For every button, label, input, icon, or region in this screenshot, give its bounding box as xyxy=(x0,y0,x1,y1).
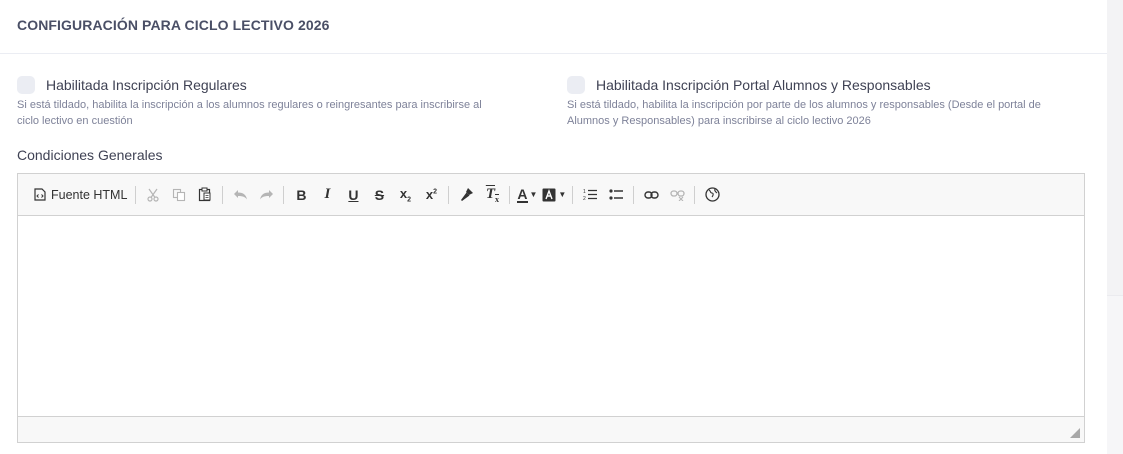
toolbar-separator xyxy=(135,185,137,204)
portal-label[interactable]: Habilitada Inscripción Portal Alumnos y … xyxy=(596,77,931,93)
regulares-label[interactable]: Habilitada Inscripción Regulares xyxy=(46,77,247,93)
italic-button[interactable]: I xyxy=(314,182,340,208)
background-color-icon xyxy=(542,188,556,202)
background-color-button[interactable]: ▼ xyxy=(540,182,568,208)
bulleted-list-icon xyxy=(609,188,624,201)
regulares-hint-line2: ciclo lectivo en cuestión xyxy=(17,115,133,127)
link-button[interactable] xyxy=(638,182,664,208)
copy-button[interactable] xyxy=(166,182,192,208)
link-icon xyxy=(644,190,659,200)
paste-icon xyxy=(198,187,212,202)
undo-button[interactable] xyxy=(227,182,253,208)
source-html-button[interactable]: Fuente HTML xyxy=(30,182,131,208)
unlink-icon xyxy=(670,189,685,201)
condiciones-label: Condiciones Generales xyxy=(17,147,163,163)
portal-checkbox[interactable] xyxy=(567,76,585,94)
editor-status-bar xyxy=(18,416,1084,442)
copy-format-button[interactable] xyxy=(453,182,479,208)
undo-icon xyxy=(233,189,248,201)
strikethrough-button[interactable]: S xyxy=(366,182,392,208)
regulares-checkbox[interactable] xyxy=(17,76,35,94)
superscript-icon: x2 xyxy=(425,187,437,202)
italic-icon: I xyxy=(324,186,331,202)
bold-button[interactable]: B xyxy=(288,182,314,208)
underline-icon: U xyxy=(348,186,359,203)
toolbar-separator xyxy=(509,185,511,204)
portal-hint-line1: Si está tildado, habilita la inscripción… xyxy=(567,99,1041,111)
card-title: CONFIGURACIÓN PARA CICLO LECTIVO 2026 xyxy=(17,17,330,33)
superscript-button[interactable]: x2 xyxy=(418,182,444,208)
toolbar-separator xyxy=(572,185,574,204)
source-html-label: Fuente HTML xyxy=(51,187,128,202)
paste-button[interactable] xyxy=(192,182,218,208)
remove-format-icon: Tx xyxy=(485,185,499,204)
bulleted-list-button[interactable] xyxy=(603,182,629,208)
bold-icon: B xyxy=(296,186,307,203)
copy-format-icon xyxy=(459,187,474,202)
subscript-button[interactable]: x2 xyxy=(392,182,418,208)
copy-icon xyxy=(172,188,186,202)
cut-icon xyxy=(146,188,160,202)
text-color-icon: A xyxy=(517,185,528,203)
chevron-down-icon: ▼ xyxy=(529,190,538,199)
strikethrough-icon: S xyxy=(374,186,385,203)
redo-icon xyxy=(259,189,274,201)
option-regulares[interactable]: Habilitada Inscripción Regulares xyxy=(17,76,247,94)
numbered-list-button[interactable]: 12 xyxy=(577,182,603,208)
editor-content-area[interactable] xyxy=(18,216,1084,416)
remove-format-button[interactable]: Tx xyxy=(479,182,505,208)
redo-button[interactable] xyxy=(253,182,279,208)
chevron-down-icon: ▼ xyxy=(558,190,567,199)
option-portal[interactable]: Habilitada Inscripción Portal Alumnos y … xyxy=(567,76,931,94)
rich-text-editor: Fuente HTML B I U S x2 x2 Tx A ▼ ▼ 1 2 xyxy=(17,173,1085,443)
title-divider xyxy=(0,53,1107,54)
config-card: CONFIGURACIÓN PARA CICLO LECTIVO 2026 Ha… xyxy=(0,0,1107,453)
toolbar-separator xyxy=(633,185,635,204)
text-color-button[interactable]: A ▼ xyxy=(514,182,540,208)
portal-hint: Si está tildado, habilita la inscripción… xyxy=(567,97,1041,129)
svg-text:1: 1 xyxy=(583,189,586,195)
toolbar-separator xyxy=(448,185,450,204)
numbered-list-icon: 12 xyxy=(583,188,598,201)
regulares-hint-line1: Si está tildado, habilita la inscripción… xyxy=(17,99,482,111)
resize-grip-icon[interactable] xyxy=(1070,428,1080,438)
toolbar-separator xyxy=(694,185,696,204)
toolbar-separator xyxy=(283,185,285,204)
subscript-icon: x2 xyxy=(399,185,411,204)
page-scrollbar[interactable] xyxy=(1107,0,1123,454)
language-icon xyxy=(705,187,720,202)
source-icon xyxy=(34,188,46,201)
toolbar-separator xyxy=(222,185,224,204)
underline-button[interactable]: U xyxy=(340,182,366,208)
unlink-button[interactable] xyxy=(664,182,690,208)
svg-text:2: 2 xyxy=(583,196,586,201)
editor-toolbar: Fuente HTML B I U S x2 x2 Tx A ▼ ▼ 1 2 xyxy=(18,174,1084,216)
portal-hint-line2: Alumnos y Responsables) para inscribirse… xyxy=(567,115,871,127)
language-button[interactable] xyxy=(699,182,725,208)
regulares-hint: Si está tildado, habilita la inscripción… xyxy=(17,97,482,129)
scrollbar-track[interactable] xyxy=(1107,295,1123,454)
cut-button[interactable] xyxy=(140,182,166,208)
